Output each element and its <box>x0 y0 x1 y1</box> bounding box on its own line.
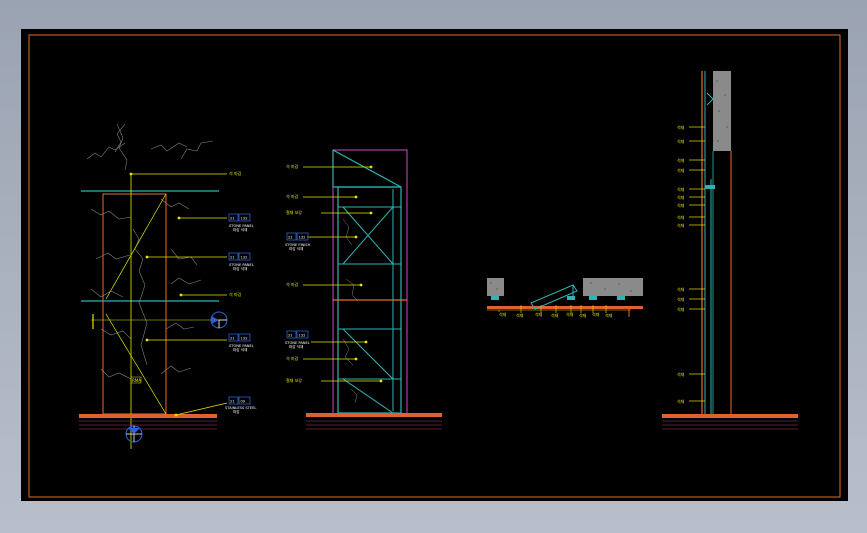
section-label-6: 석 마감 <box>286 355 299 361</box>
svg-text:21: 21 <box>230 400 235 404</box>
svg-text:132: 132 <box>299 236 306 240</box>
detail-label-1: 석재 <box>516 312 524 318</box>
elevation-view: RMA 석 마감 21 132 STONE PANEL 마감 석재 21 132… <box>79 123 256 449</box>
cad-viewport[interactable]: RMA 석 마감 21 132 STONE PANEL 마감 석재 21 132… <box>21 29 848 501</box>
section-label-4: 석 마감 <box>286 281 299 287</box>
wall-label-0: 석재 <box>677 124 685 130</box>
wall-label-13: 석재 <box>677 398 685 404</box>
detail-label-5: 석재 <box>579 312 587 318</box>
svg-text:132: 132 <box>299 334 306 338</box>
svg-text:마감 석재: 마감 석재 <box>233 266 247 271</box>
elevation-label-2: 21 132 STONE PANEL 마감 석재 <box>228 252 254 271</box>
detail-label-7: 석재 <box>605 312 613 318</box>
wall-label-6: 석재 <box>677 202 685 208</box>
elevation-label-4: 21 132 STONE PANEL 마감 석재 <box>228 333 254 352</box>
wall-label-12: 석재 <box>677 371 685 377</box>
svg-text:132: 132 <box>241 337 248 341</box>
svg-text:마감 석재: 마감 석재 <box>233 347 247 352</box>
elevation-marker: RMA <box>132 378 141 383</box>
section-label-2: 철재 보강 <box>286 209 302 215</box>
wall-label-10: 석재 <box>677 296 685 302</box>
svg-text:21: 21 <box>230 256 235 260</box>
wall-section-view: 석재 석재 석재 석재 석재 석재 석재 석재 석재 석재 석재 석재 석재 석… <box>662 71 798 430</box>
svg-text:STAINLESS STEEL: STAINLESS STEEL <box>225 406 256 410</box>
section-view: 석 마감 석 마감 철재 보강 21 132 STONE FINISH 마감 석… <box>285 149 442 430</box>
svg-text:132: 132 <box>241 256 248 260</box>
section-label-0: 석 마감 <box>286 163 299 169</box>
wall-label-5: 석재 <box>677 194 685 200</box>
detail-label-3: 석재 <box>551 312 559 318</box>
elevation-label-1: 21 132 STONE PANEL 마감 석재 <box>228 213 254 232</box>
wall-label-7: 석재 <box>677 214 685 220</box>
wall-label-9: 석재 <box>677 286 685 292</box>
elevation-label-3: 석 마감 <box>229 291 242 297</box>
svg-text:132: 132 <box>241 217 248 221</box>
detail-view: 석재 석재 석재 석재 석재 석재 석재 석재 <box>487 278 643 318</box>
elevation-label-0: 석 마감 <box>229 170 242 176</box>
wall-label-4: 석재 <box>677 186 685 192</box>
svg-text:마감 석재: 마감 석재 <box>289 246 303 251</box>
section-label-7: 철재 보강 <box>286 377 302 383</box>
elevation-label-5: 21 09 STAINLESS STEEL 마감 <box>225 396 256 414</box>
detail-label-4: 석재 <box>566 311 574 317</box>
svg-text:21: 21 <box>288 236 293 240</box>
svg-text:21: 21 <box>288 334 293 338</box>
wall-label-2: 석재 <box>677 157 685 163</box>
section-label-5: 21 132 STONE PANEL 마감 석재 <box>285 330 310 349</box>
svg-text:21: 21 <box>230 217 235 221</box>
svg-text:마감 석재: 마감 석재 <box>289 344 303 349</box>
wall-label-11: 석재 <box>677 306 685 312</box>
stone-texture <box>86 123 214 380</box>
cad-drawing: RMA 석 마감 21 132 STONE PANEL 마감 석재 21 132… <box>28 34 841 498</box>
svg-text:마감: 마감 <box>233 409 240 414</box>
wall-label-3: 석재 <box>677 167 685 173</box>
detail-label-6: 석재 <box>592 311 600 317</box>
svg-text:마감 석재: 마감 석재 <box>233 227 247 232</box>
level-marker-icon <box>125 425 143 443</box>
svg-text:09: 09 <box>241 400 246 404</box>
svg-text:21: 21 <box>230 337 235 341</box>
detail-label-0: 석재 <box>499 311 507 317</box>
wall-label-8: 석재 <box>677 222 685 228</box>
detail-label-2: 석재 <box>535 311 543 317</box>
section-label-1: 석 마감 <box>286 193 299 199</box>
section-label-3: 21 132 STONE FINISH 마감 석재 <box>285 232 311 251</box>
wall-label-1: 석재 <box>677 138 685 144</box>
level-marker-icon <box>210 311 228 329</box>
